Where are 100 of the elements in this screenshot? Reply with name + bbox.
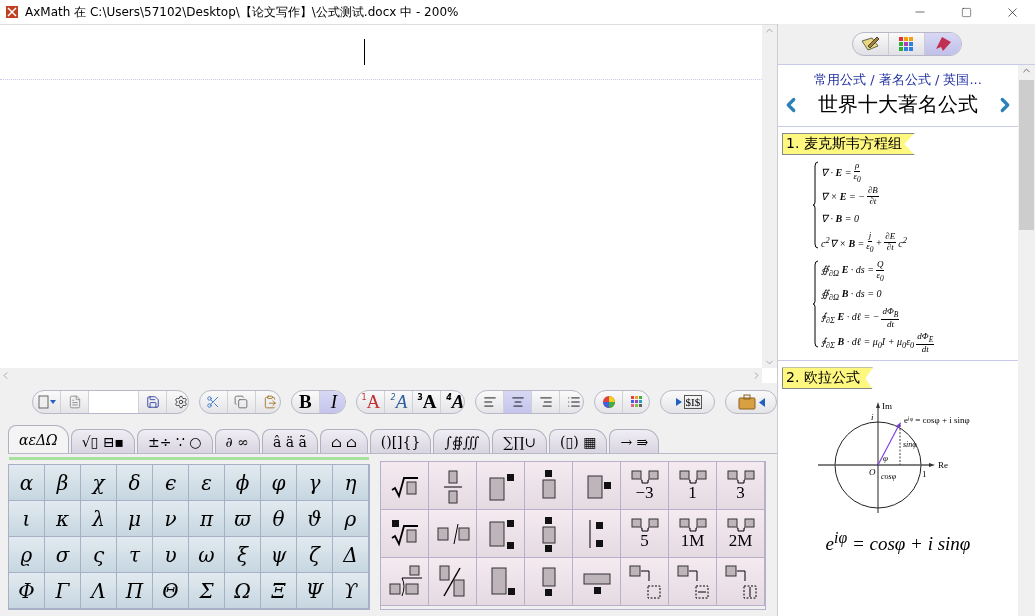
template-button[interactable] <box>525 462 573 510</box>
symbol-button[interactable]: Φ <box>9 573 45 609</box>
symbol-button[interactable]: ε <box>189 465 225 501</box>
break-h-template-icon <box>675 563 710 600</box>
symbol-button[interactable]: φ <box>261 465 297 501</box>
symbol-button[interactable]: γ <box>297 465 333 501</box>
symbol-button[interactable]: χ <box>81 465 117 501</box>
symbol-tab[interactable]: αεΔΩ <box>8 425 69 453</box>
symbol-button[interactable]: Σ <box>189 573 225 609</box>
symbol-button[interactable]: ξ <box>225 537 261 573</box>
symbol-button[interactable]: ν <box>153 501 189 537</box>
symbol-button[interactable]: Λ <box>81 573 117 609</box>
section-heading: 2. 欧拉公式 <box>782 367 873 390</box>
template-button[interactable] <box>525 558 573 606</box>
symbol-button[interactable]: Π <box>117 573 153 609</box>
equation-text: ∯$_{∂Ω}$ E · ds = <box>821 264 874 279</box>
equation-text: ∮$_{∂Σ}$ B · dℓ = μ$_{0}$I + μ$_{0}$ε$_{0}$ <box>821 336 915 350</box>
symbol-button[interactable]: ζ <box>297 537 333 573</box>
symbol-tab[interactable]: ∫∯∭ <box>433 429 491 453</box>
symbol-tab[interactable]: → ⇛ <box>609 429 660 453</box>
angle-label: φ <box>883 453 888 464</box>
template-button[interactable] <box>573 462 621 510</box>
symbol-tab[interactable]: â ä ã <box>261 429 318 453</box>
fraction: ∂E ∂t <box>884 231 897 253</box>
template-button[interactable] <box>477 510 525 558</box>
spacing-template[interactable]: −3 <box>621 462 669 510</box>
play-icon <box>675 398 682 406</box>
tick-label: 1 <box>922 469 927 480</box>
symbol-button[interactable]: η <box>333 465 369 501</box>
spacing-template[interactable]: 3 <box>717 462 765 510</box>
symbol-button[interactable]: β <box>45 465 81 501</box>
symbol-button[interactable]: δ <box>117 465 153 501</box>
symbol-button[interactable]: ϕ <box>225 465 261 501</box>
symbol-button[interactable]: λ <box>81 501 117 537</box>
symbol-button[interactable]: σ <box>45 537 81 573</box>
scrollbar-thumb[interactable] <box>1019 80 1034 230</box>
symbol-button[interactable]: ϖ <box>225 501 261 537</box>
symbol-button[interactable]: ϒ <box>333 573 369 609</box>
symbol-button[interactable]: μ <box>117 501 153 537</box>
symbol-tab[interactable]: ∑∏∪ <box>492 429 548 453</box>
symbol-button[interactable]: Δ <box>333 537 369 573</box>
symbol-button[interactable]: Ξ <box>261 573 297 609</box>
spacing-template[interactable]: 2M <box>717 510 765 558</box>
symbol-button[interactable]: Ω <box>225 573 261 609</box>
template-button[interactable] <box>573 510 621 558</box>
template-button[interactable] <box>573 558 621 606</box>
tick-label: i <box>871 412 874 423</box>
symbol-tab[interactable]: ∂ ∞ <box>214 429 260 453</box>
spacing-boxes-icon <box>629 470 660 484</box>
template-button[interactable] <box>525 510 573 558</box>
symbol-button[interactable]: ς <box>81 537 117 573</box>
template-button[interactable] <box>477 558 525 606</box>
symbol-tab[interactable]: √▯ ⊟▪ <box>70 429 135 453</box>
panel-scrollbar[interactable] <box>1018 65 1035 616</box>
panel-mode-button[interactable] <box>924 33 961 55</box>
spacing-template[interactable]: 1 <box>669 462 717 510</box>
inline-math-button[interactable]: $I$ <box>660 391 715 413</box>
brace-icon <box>813 161 819 249</box>
symbol-tab[interactable]: ()[]{} <box>369 429 432 453</box>
align-center-icon <box>510 395 525 409</box>
document-icon <box>67 395 82 409</box>
bookmark-icon <box>933 36 952 52</box>
section-heading: 1. 麦克斯韦方程组 <box>782 133 915 155</box>
symbol-button[interactable]: π <box>189 501 225 537</box>
breadcrumb-link[interactable]: 常用公式 / 著名公式 / 英国... <box>778 71 1018 89</box>
symbol-tab[interactable]: ±÷ ∵ ○ <box>137 429 213 453</box>
symbol-button[interactable]: ω <box>189 537 225 573</box>
align-center-button[interactable] <box>504 391 533 413</box>
break-template-icon <box>627 563 662 600</box>
symbol-button[interactable]: Θ <box>153 573 189 609</box>
symbol-button[interactable]: ϑ <box>297 501 333 537</box>
spacing-template[interactable]: 1M <box>669 510 717 558</box>
cos-label: cosφ <box>881 472 897 482</box>
template-button[interactable] <box>381 510 429 558</box>
vector-arrow <box>877 422 901 467</box>
symbol-button[interactable]: κ <box>45 501 81 537</box>
italic-button[interactable]: I <box>319 391 346 413</box>
panel-title: 世界十大著名公式 <box>818 91 978 118</box>
template-button[interactable] <box>381 462 429 510</box>
symbol-button[interactable]: θ <box>261 501 297 537</box>
symbol-tab[interactable]: ⌂ ⌂ <box>319 429 368 453</box>
symbol-button[interactable]: Ψ <box>297 573 333 609</box>
symbol-button[interactable]: ρ <box>333 501 369 537</box>
color-grid-icon <box>898 36 914 52</box>
symbol-button[interactable]: α <box>9 465 45 501</box>
symbol-button[interactable]: ψ <box>261 537 297 573</box>
symbol-button[interactable]: ϵ <box>153 465 189 501</box>
symbol-tab[interactable]: (▯) ▦ <box>549 429 608 453</box>
settings-icon <box>174 395 188 409</box>
align-left-icon <box>482 395 497 409</box>
symbol-button[interactable]: υ <box>153 537 189 573</box>
bold-button[interactable]: B <box>291 391 320 413</box>
template-button[interactable] <box>477 462 525 510</box>
symbol-button[interactable]: ι <box>9 501 45 537</box>
symbol-button[interactable]: τ <box>117 537 153 573</box>
spacing-template[interactable]: 5 <box>621 510 669 558</box>
fraction: ρ ε$_{0}$ <box>853 161 861 184</box>
template-button[interactable] <box>429 558 477 606</box>
symbol-button[interactable]: ϱ <box>9 537 45 573</box>
symbol-button[interactable]: Γ <box>45 573 81 609</box>
